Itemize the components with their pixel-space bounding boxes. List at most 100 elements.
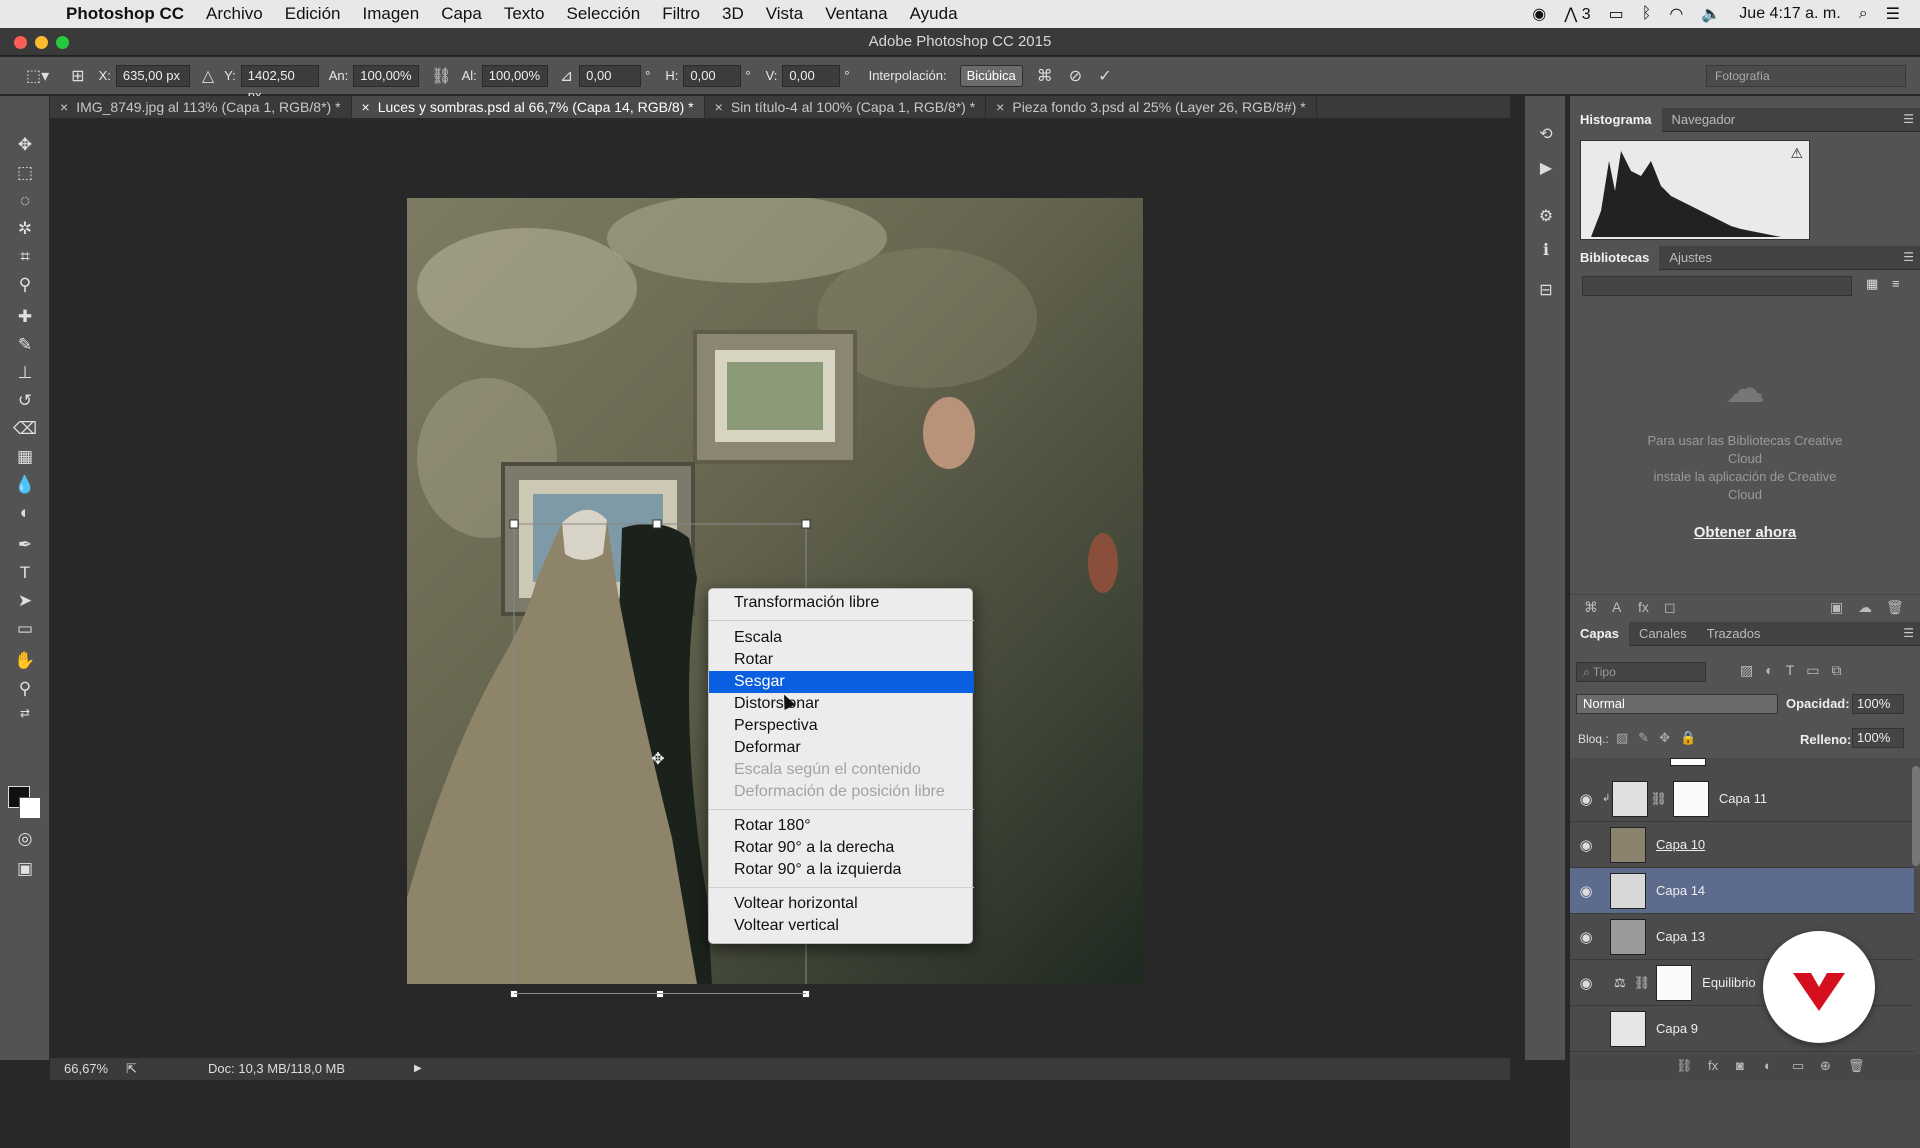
layer-name[interactable]: Capa 9	[1656, 1021, 1698, 1036]
tab-histograma[interactable]: Histograma	[1570, 108, 1662, 132]
menu-item-rotate[interactable]: Rotar	[709, 649, 974, 671]
layer-name[interactable]: Equilibrio	[1702, 975, 1755, 990]
eye-icon[interactable]: ◉	[1570, 836, 1602, 854]
paragraph-panel-icon[interactable]: ⊟	[1535, 280, 1557, 302]
menu-item-skew[interactable]: Sesgar	[709, 671, 974, 693]
add-graphic-icon[interactable]: ⌘	[1584, 599, 1598, 616]
delete-layer-icon[interactable]: 🗑	[1848, 1058, 1865, 1074]
menu-vista[interactable]: Vista	[766, 4, 804, 24]
filter-pixel-icon[interactable]: ▨	[1740, 662, 1765, 678]
width-field[interactable]: 100,00%	[353, 64, 420, 87]
menu-texto[interactable]: Texto	[504, 4, 545, 24]
filter-shape-icon[interactable]: ▭	[1806, 662, 1831, 678]
tab-document[interactable]: × Sin título-4 al 100% (Capa 1, RGB/8*) *	[705, 96, 987, 118]
add-color-icon[interactable]: ◻	[1664, 599, 1676, 616]
menu-capa[interactable]: Capa	[441, 4, 482, 24]
close-tab-icon[interactable]: ×	[996, 99, 1004, 115]
get-now-link[interactable]: Obtener ahora	[1570, 524, 1920, 541]
pen-tool-icon[interactable]: ✒	[12, 532, 38, 558]
link-icon[interactable]: ⛓	[1634, 975, 1651, 991]
grid-view-icon[interactable]: ▦	[1866, 276, 1878, 292]
add-text-style-icon[interactable]: A	[1612, 599, 1621, 615]
info-panel-icon[interactable]: ℹ	[1535, 240, 1557, 262]
x-field[interactable]: 635,00 px	[115, 64, 190, 87]
relative-position-icon[interactable]: △	[202, 66, 214, 86]
stock-icon[interactable]: ▣	[1830, 599, 1843, 616]
tab-document[interactable]: × IMG_8749.jpg al 113% (Capa 1, RGB/8*) *	[50, 96, 352, 118]
layers-scrollbar[interactable]	[1912, 766, 1920, 866]
layer-name[interactable]: Capa 13	[1656, 929, 1705, 944]
eraser-tool-icon[interactable]: ⌫	[12, 416, 38, 442]
screen-mode-icon[interactable]: ▣	[12, 856, 38, 882]
lasso-tool-icon[interactable]: ◌	[12, 188, 38, 214]
add-mask-icon[interactable]: ◙	[1736, 1058, 1744, 1073]
healing-brush-tool-icon[interactable]: ✚	[12, 304, 38, 330]
airplay-icon[interactable]: ▭	[1609, 4, 1624, 24]
menu-3d[interactable]: 3D	[722, 4, 744, 24]
transform-handle-bottom-center[interactable]	[656, 990, 664, 998]
lock-transparent-icon[interactable]: ▨	[1616, 730, 1638, 745]
type-tool-icon[interactable]: T	[12, 560, 38, 586]
sync-icon[interactable]: ☁	[1858, 599, 1872, 616]
filter-smart-object-icon[interactable]: ⧉	[1832, 662, 1854, 678]
layer-row[interactable]: ◉ ↲ ⛓ Capa 11	[1570, 776, 1914, 822]
menu-item-rotate-90-ccw[interactable]: Rotar 90° a la izquierda	[709, 859, 974, 881]
blur-tool-icon[interactable]: 💧	[12, 472, 38, 498]
workspace-select[interactable]: Fotografía	[1706, 65, 1906, 87]
wifi-icon[interactable]: ◠	[1669, 4, 1683, 24]
close-tab-icon[interactable]: ×	[362, 99, 370, 115]
properties-panel-icon[interactable]: ⚙	[1535, 206, 1557, 228]
record-icon[interactable]: ◉	[1532, 4, 1546, 24]
swap-colors-icon[interactable]: ⇄	[12, 700, 38, 726]
link-icon[interactable]: ⛓	[431, 66, 451, 86]
interpolation-select[interactable]: Bicúbica	[959, 64, 1023, 87]
transform-handle-bottom-right[interactable]	[802, 990, 810, 998]
tab-navegador[interactable]: Navegador	[1662, 108, 1746, 132]
menu-item-rotate-180[interactable]: Rotar 180°	[709, 815, 974, 837]
gradient-tool-icon[interactable]: ▦	[12, 444, 38, 470]
layer-mask-thumbnail[interactable]	[1656, 964, 1693, 1001]
link-layers-icon[interactable]: ⛓	[1676, 1058, 1693, 1074]
zoom-level[interactable]: 66,67%	[64, 1058, 108, 1080]
menu-app-photoshop[interactable]: Photoshop CC	[66, 4, 184, 24]
tab-capas[interactable]: Capas	[1570, 622, 1630, 646]
eye-icon[interactable]: ◉	[1570, 928, 1602, 946]
menu-seleccion[interactable]: Selección	[566, 4, 640, 24]
visibility-toggle-empty[interactable]: ◻	[1570, 1020, 1602, 1038]
fill-field[interactable]: 100%	[1852, 728, 1904, 748]
vskew-field[interactable]: 0,00	[782, 64, 841, 87]
tab-canales[interactable]: Canales	[1629, 622, 1697, 646]
doc-size[interactable]: Doc: 10,3 MB/118,0 MB	[208, 1058, 345, 1080]
rectangle-tool-icon[interactable]: ▭	[12, 616, 38, 642]
hand-tool-icon[interactable]: ✋	[12, 648, 38, 674]
library-select[interactable]	[1582, 276, 1852, 296]
history-panel-icon[interactable]: ⟲	[1535, 124, 1557, 146]
close-window-button[interactable]	[14, 36, 27, 49]
status-menu-arrow-icon[interactable]: ▶	[414, 1058, 422, 1080]
clock[interactable]: Jue 4:17 a. m.	[1739, 5, 1840, 23]
zoom-window-button[interactable]	[56, 36, 69, 49]
menu-item-free-transform[interactable]: Transformación libre	[709, 592, 974, 614]
menu-archivo[interactable]: Archivo	[206, 4, 263, 24]
panel-menu-icon[interactable]: ☰	[1903, 626, 1914, 640]
eyedropper-tool-icon[interactable]: ⚲	[12, 272, 38, 298]
new-adjustment-icon[interactable]: ◐	[1764, 1058, 1772, 1073]
transform-tool-preset-icon[interactable]: ⬚▾	[26, 66, 49, 86]
menu-item-scale[interactable]: Escala	[709, 627, 974, 649]
path-selection-tool-icon[interactable]: ➤	[12, 588, 38, 614]
adobe-cc-icon[interactable]: ⋀ 3	[1564, 4, 1590, 24]
menu-item-flip-horizontal[interactable]: Voltear horizontal	[709, 893, 974, 915]
link-icon[interactable]: ⛓	[1650, 791, 1667, 807]
eye-icon[interactable]: ◉	[1570, 974, 1602, 992]
dodge-tool-icon[interactable]: ◐	[12, 500, 38, 526]
histogram-warning-icon[interactable]: ⚠	[1790, 145, 1803, 162]
menu-ayuda[interactable]: Ayuda	[910, 4, 958, 24]
volume-icon[interactable]: 🔈	[1701, 4, 1721, 24]
opacity-field[interactable]: 100%	[1852, 694, 1904, 714]
layer-filter-select[interactable]: ⌕ Tipo	[1576, 662, 1706, 682]
marquee-tool-icon[interactable]: ⬚	[12, 160, 38, 186]
quick-mask-icon[interactable]: ◎	[12, 826, 38, 852]
add-layer-style-icon[interactable]: fx	[1708, 1058, 1718, 1073]
minimize-window-button[interactable]	[35, 36, 48, 49]
tab-document[interactable]: × Pieza fondo 3.psd al 25% (Layer 26, RGB…	[986, 96, 1317, 118]
